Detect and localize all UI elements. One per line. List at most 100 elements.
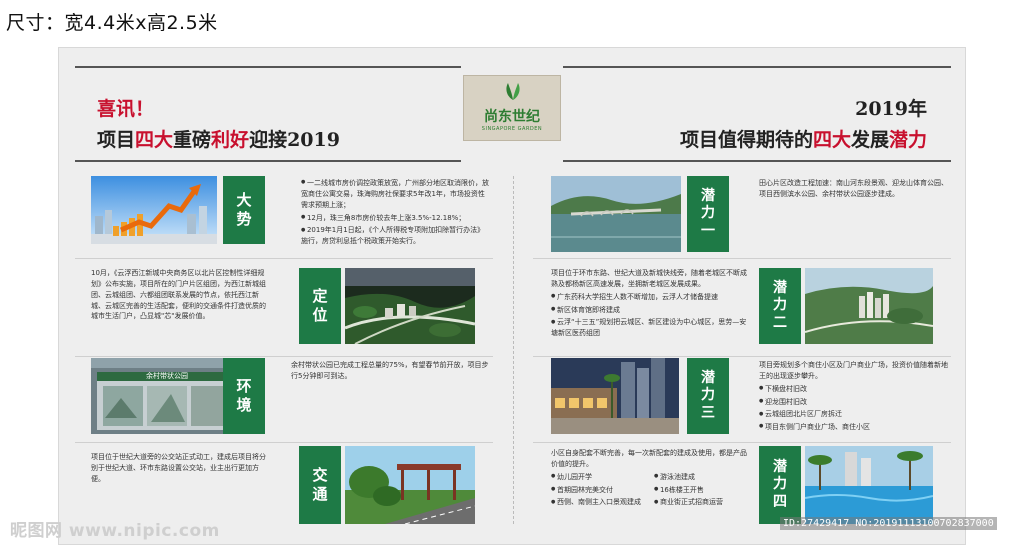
logo-cn: 尚东世纪 [484,109,540,125]
traffic-text: 项目位于世纪大道旁的公交站正式动工，建成后项目将分别于世纪大道、环市东路设置公交… [91,452,271,485]
tag-potential-1-char-2: 力 [701,205,715,222]
brand-logo: 尚东世纪 SINGAPORE GARDEN [463,75,561,141]
tag-potential-3: 潜 力 三 [687,358,729,434]
right-separator-3 [533,442,951,443]
left-title-highlight-2: 利好 [211,129,250,151]
rising-chart-illustration [91,176,217,244]
potential-4-text: 小区自身配套不断完善，每一次新配套的建成及使用，都是产品价值的提升。 幼儿园开学… [551,448,751,510]
aerial-photo [345,268,475,344]
tag-trend-char-2: 势 [236,210,252,228]
tag-potential-1-char-3: 一 [701,222,715,239]
header-rule-top-left [75,66,461,68]
tag-potential-4-char-2: 力 [773,476,787,493]
potential-3-bullet-4: 项目东侧门户商业广场、商住小区 [759,422,949,433]
tag-position: 定 位 [299,268,341,344]
potential-3-bullet-1: 下横盘村旧改 [759,384,949,395]
park-sign-text: 余村带状公园 [146,372,188,380]
tag-potential-2-char-2: 力 [773,297,787,314]
right-title-line2: 项目值得期待的四大发展潜力 [680,125,927,152]
tag-potential-3-char-3: 三 [701,404,715,421]
right-title-mid: 发展 [850,129,889,151]
right-title-highlight-2: 潜力 [888,129,927,151]
left-title: 喜讯！ 项目四大重磅利好迎接2019 [97,94,340,152]
bus-stop-photo [345,446,475,524]
column-divider [513,176,514,524]
left-title-post: 迎接2019 [249,129,340,151]
potential-2-bullet-2: 新区体育馆即将建成 [551,305,747,316]
position-paragraph: 10月，《云浮西江新城中央商务区以北片区控制性详细规划》公布实施，项目所在的门户… [91,269,266,321]
left-separator-1 [75,258,493,259]
left-title-line1: 喜讯！ [97,98,155,120]
tag-potential-1-char-1: 潜 [701,187,715,204]
right-title: 2019年 项目值得期待的四大发展潜力 [680,94,927,152]
aerial-city-illustration [345,268,475,344]
left-separator-3 [75,442,493,443]
watermark-right: ID:27429417 NO:20191113100702837000 [780,517,997,530]
left-separator-2 [75,356,493,357]
potential-2-paragraph: 项目位于环市东路、世纪大道及新城快线旁，随着老城区不断成熟及都杨新区高速发展，坐… [551,269,747,288]
swimming-pool-illustration [805,446,933,524]
river-photo [551,176,681,252]
potential-2-bullet-1: 广东药科大学招生人数不断增加，云浮人才储备提速 [551,292,747,303]
newtown-photo [805,268,933,344]
left-title-pre: 项目 [97,129,136,151]
river-bridge-illustration [551,176,681,252]
new-town-illustration [805,268,933,344]
potential-2-text: 项目位于环市东路、世纪大道及新城快线旁，随着老城区不断成熟及都杨新区高速发展，坐… [551,268,747,341]
potential-4-bullet-3: 首期园林完美交付 [551,485,648,496]
potential-3-paragraph: 项目旁规划多个商住小区及门户商业广场，投资价值随着新地王的出现逐步攀升。 [759,361,948,380]
size-note: 尺寸：宽4.4米x高2.5米 [6,12,218,34]
potential-4-paragraph: 小区自身配套不断完善，每一次新配套的建成及使用，都是产品价值的提升。 [551,449,747,468]
traffic-paragraph: 项目位于世纪大道旁的公交站正式动工，建成后项目将分别于世纪大道、环市东路设置公交… [91,453,266,483]
display-board: 喜讯！ 项目四大重磅利好迎接2019 2019年 项目值得期待的四大发展潜力 尚… [58,47,966,545]
environment-paragraph: 余村带状公园已完成工程总量的75%，有望春节前开放，项目步行5分钟即可到达。 [291,361,489,380]
tag-potential-2-char-3: 二 [773,314,787,331]
tag-potential-4: 潜 力 四 [759,446,801,524]
tag-environment-char-2: 境 [236,396,252,414]
potential-4-bullet-1: 幼儿园开学 [551,472,648,483]
plaza-photo [551,358,679,434]
left-title-line2: 项目四大重磅利好迎接2019 [97,125,340,152]
header-rule-bottom-right [563,160,951,162]
tag-traffic: 交 通 [299,446,341,524]
potential-2-bullet-3: 云浮“十三五”规划把云城区、新区建设为中心城区，思劳—安塘新区医药组团 [551,317,747,339]
tag-potential-3-char-1: 潜 [701,369,715,386]
tag-position-char-2: 位 [312,306,328,324]
tag-traffic-char-1: 交 [312,466,328,485]
environment-text: 余村带状公园已完成工程总量的75%，有望春节前开放，项目步行5分钟即可到达。 [291,360,491,382]
logo-en: SINGAPORE GARDEN [481,126,543,132]
right-separator-1 [533,258,951,259]
commercial-plaza-illustration [551,358,679,434]
park-photo: 余村带状公园 [91,358,243,434]
park-sign-illustration [91,358,243,434]
potential-3-bullet-2: 迎龙围村旧改 [759,397,949,408]
left-title-highlight-1: 四大 [135,129,174,151]
tag-traffic-char-2: 通 [312,485,328,503]
leaf-logo-icon [506,83,520,100]
potential-3-text: 项目旁规划多个商住小区及门户商业广场，投资价值随着新地王的出现逐步攀升。 下横盘… [759,360,949,435]
right-separator-2 [533,356,951,357]
header-rule-bottom-left [75,160,461,162]
potential-4-bullet-6: 商业街正式招商运营 [654,497,751,508]
watermark-left: 昵图网 www.nipic.com [10,521,220,541]
trend-bullet-2: 12月，珠三角8市房价较去年上涨3.5%-12.18%； [301,213,491,224]
tag-potential-3-char-2: 力 [701,387,715,404]
right-title-line1: 2019年 [855,98,927,120]
bus-stop-illustration [345,446,475,524]
potential-1-paragraph: 田心片区改造工程加速：南山河东段景观、迎龙山体育公园、项目西侧滨水公园、余村带状… [759,179,948,198]
left-title-mid: 重磅 [173,129,212,151]
tag-environment-char-1: 环 [236,377,252,396]
potential-4-bullet-5: 西侧、南侧主入口景观建成 [551,497,648,508]
tag-potential-1: 潜 力 一 [687,176,729,252]
tag-potential-2-char-1: 潜 [773,279,787,296]
tag-trend-char-1: 大 [236,191,252,210]
tag-environment: 环 境 [223,358,265,434]
potential-3-bullet-3: 云城组团北片区厂房拆迁 [759,409,949,420]
header-rule-top-right [563,66,951,68]
trend-bullet-1: 一二线城市房价调控政策放宽，广州部分地区取消限价，放宽商住公寓交易，珠海购房社保… [301,178,491,211]
tag-trend: 大 势 [223,176,265,244]
tag-potential-4-char-3: 四 [773,493,787,510]
potential-4-bullet-4: 16栋楼王开售 [654,485,751,496]
trend-bullet-3: 2019年1月1日起，《个人所得税专项附加扣除暂行办法》施行，房贷利息抵个税政策… [301,225,491,247]
position-text: 10月，《云浮西江新城中央商务区以北片区控制性详细规划》公布实施，项目所在的门户… [91,268,271,322]
